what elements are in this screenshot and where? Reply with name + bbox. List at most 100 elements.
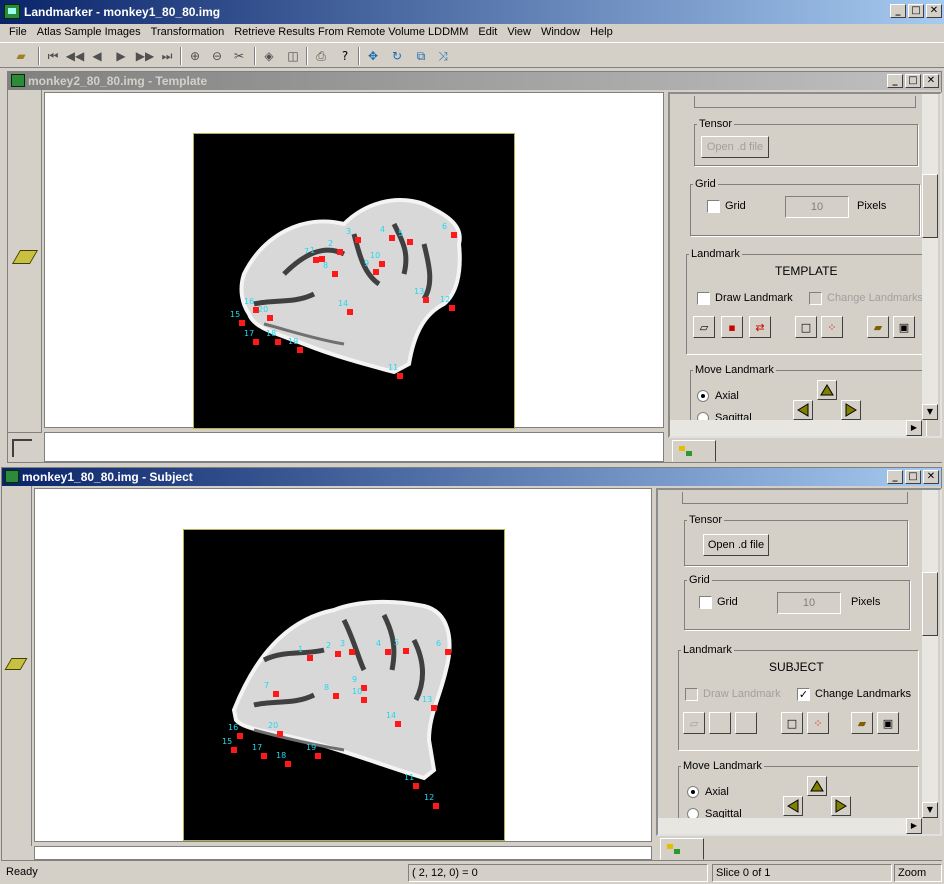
template-landmark-17[interactable] [253,339,259,345]
grid-size-input[interactable]: 10 [785,196,849,218]
subject-landmark-16[interactable] [237,733,243,739]
template-landmark-7[interactable] [313,257,319,263]
rotate-icon[interactable]: ↻ [388,47,406,65]
next-fast-icon[interactable]: ▶▶ [136,47,154,65]
subject-panel-hscroll[interactable]: ▶ [658,818,922,834]
menu-atlas-sample-images[interactable]: Atlas Sample Images [32,24,146,42]
subject-landmark-5[interactable] [403,648,409,654]
template-landmark-5[interactable] [407,239,413,245]
template-landmark-18[interactable] [275,339,281,345]
menu-edit[interactable]: Edit [473,24,502,42]
open-landmarks-icon[interactable]: ▰ [867,316,889,338]
zoom-out-icon[interactable]: ⊖ [208,47,226,65]
scroll-right-arrow[interactable]: ▶ [906,818,922,834]
vscroll-thumb[interactable] [922,572,938,636]
move-up-button[interactable] [807,776,827,796]
dots-icon[interactable]: ⁘ [807,712,829,734]
axial-radio[interactable] [687,786,699,798]
scroll-right-arrow[interactable]: ▶ [906,420,922,436]
subject-landmark-10[interactable] [361,697,367,703]
move-icon[interactable]: ✥ [364,47,382,65]
plane-icon[interactable] [11,250,39,264]
panel-tab[interactable] [660,838,704,860]
subject-landmark-11[interactable] [413,783,419,789]
subject-minimize-button[interactable]: _ [887,470,903,484]
move-up-button[interactable] [817,380,837,400]
template-landmark-9[interactable] [373,269,379,275]
scroll-down-arrow[interactable]: ▼ [922,404,938,420]
template-landmark-14[interactable] [347,309,353,315]
link-landmarks-icon[interactable] [735,712,757,734]
move-left-button[interactable] [793,400,813,420]
template-minimize-button[interactable]: _ [887,74,903,88]
menu-retrieve-results[interactable]: Retrieve Results From Remote Volume LDDM… [229,24,473,42]
zoom-in-icon[interactable]: ⊕ [186,47,204,65]
subject-landmark-18[interactable] [285,761,291,767]
subject-landmark-8[interactable] [333,693,339,699]
template-panel-vscroll[interactable]: ▼ [922,94,938,420]
subject-landmark-7[interactable] [273,691,279,697]
change-landmarks-checkbox[interactable] [809,292,822,305]
subject-landmark-17[interactable] [261,753,267,759]
subject-maximize-button[interactable]: □ [905,470,921,484]
subject-landmark-14[interactable] [395,721,401,727]
subject-landmark-3[interactable] [349,649,355,655]
open-folder-icon[interactable]: ▰ [12,47,30,65]
tools-icon[interactable]: ✂ [230,47,248,65]
help-icon[interactable]: ? [336,47,354,65]
grid-checkbox[interactable] [707,200,720,213]
template-landmark-19[interactable] [297,347,303,353]
grid-size-input[interactable]: 10 [777,592,841,614]
template-landmark-13[interactable] [423,297,429,303]
square-icon[interactable]: □ [795,316,817,338]
close-button[interactable]: ✕ [926,4,942,18]
save-landmarks-icon[interactable]: ▣ [877,712,899,734]
change-landmarks-checkbox[interactable]: ✓ [797,688,810,701]
square-icon[interactable]: □ [781,712,803,734]
menu-window[interactable]: Window [536,24,585,42]
subject-close-button[interactable]: ✕ [923,470,939,484]
transform-icon[interactable]: ⤨ [434,47,452,65]
add-landmark-icon[interactable] [709,712,731,734]
layers-icon[interactable]: ◈ [260,47,278,65]
subject-landmark-1[interactable] [307,655,313,661]
template-landmark-3[interactable] [355,237,361,243]
open-d-file-button[interactable]: Open .d file [701,136,769,158]
add-landmark-icon[interactable]: ▪ [721,316,743,338]
template-landmark-12[interactable] [449,305,455,311]
subject-landmark-6[interactable] [445,649,451,655]
subject-landmark-20[interactable] [277,731,283,737]
vscroll-thumb[interactable] [922,174,938,238]
save-landmarks-icon[interactable]: ▣ [893,316,915,338]
link-landmarks-icon[interactable]: ⇄ [749,316,771,338]
template-landmark-10[interactable] [379,261,385,267]
print-icon[interactable]: ⎙ [312,47,330,65]
eraser-icon[interactable]: ▱ [683,712,705,734]
scroll-down-arrow[interactable]: ▼ [922,802,938,818]
move-left-button[interactable] [783,796,803,816]
open-landmarks-icon[interactable]: ▰ [851,712,873,734]
maximize-button[interactable]: □ [908,4,924,18]
axial-radio[interactable] [697,390,709,402]
template-landmark-4[interactable] [389,235,395,241]
menu-view[interactable]: View [502,24,536,42]
subject-landmark-4[interactable] [385,649,391,655]
subject-panel-vscroll[interactable]: ▼ [922,490,938,818]
menu-help[interactable]: Help [585,24,618,42]
template-landmark-20[interactable] [267,315,273,321]
subject-landmark-13[interactable] [431,705,437,711]
template-close-button[interactable]: ✕ [923,74,939,88]
menu-transformation[interactable]: Transformation [146,24,230,42]
panel-tab[interactable] [672,440,716,462]
template-maximize-button[interactable]: □ [905,74,921,88]
template-panel-hscroll[interactable]: ▶ [670,420,922,436]
grid-checkbox[interactable] [699,596,712,609]
draw-landmark-checkbox[interactable] [697,292,710,305]
subject-landmark-19[interactable] [315,753,321,759]
open-d-file-button[interactable]: Open .d file [703,534,769,556]
template-landmark-11[interactable] [397,373,403,379]
menu-file[interactable]: File [4,24,32,42]
eraser-icon[interactable]: ▱ [693,316,715,338]
plane-icon[interactable] [4,658,28,670]
first-icon[interactable]: ⏮ [44,47,62,65]
